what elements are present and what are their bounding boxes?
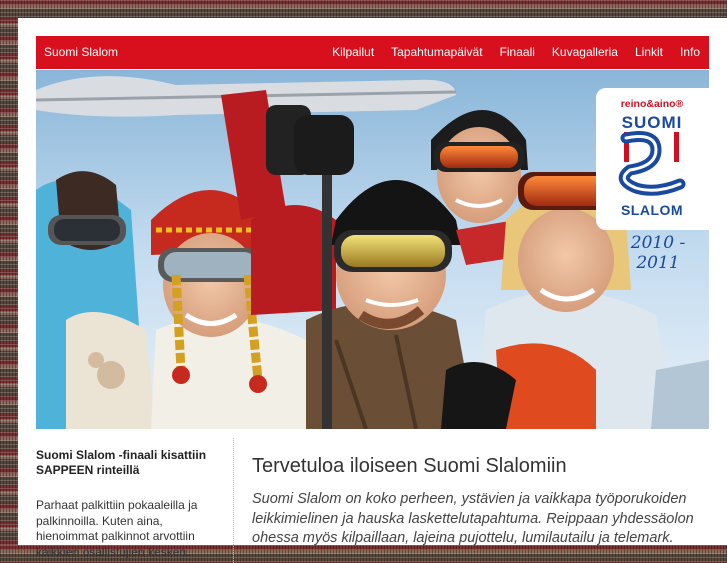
intro-paragraph: Suomi Slalom on koko perheen, ystävien j… bbox=[252, 491, 694, 546]
page-heading: Tervetuloa iloiseen Suomi Slalomiin bbox=[252, 455, 567, 477]
nav-item-info[interactable]: Info bbox=[671, 36, 709, 69]
news-title: Suomi Slalom -finaali kisattiin SAPPEEN … bbox=[36, 448, 207, 477]
news-text: Parhaat palkittiin pokaaleilla ja palkin… bbox=[36, 498, 198, 559]
site-title-link[interactable]: Suomi Slalom bbox=[44, 45, 118, 59]
hero-photo: reino&aino® SUOMI SLALOM 2010 - 2011 bbox=[36, 70, 709, 429]
page-container: Suomi Slalom Kilpailut Tapahtumapäivät F… bbox=[18, 18, 727, 563]
top-navigation: Suomi Slalom Kilpailut Tapahtumapäivät F… bbox=[36, 36, 709, 69]
nav-item-finaali[interactable]: Finaali bbox=[491, 36, 543, 69]
nav-item-linkit[interactable]: Linkit bbox=[626, 36, 671, 69]
main-menu: Kilpailut Tapahtumapäivät Finaali Kuvaga… bbox=[324, 36, 709, 69]
nav-item-kilpailut[interactable]: Kilpailut bbox=[324, 36, 383, 69]
sidebar-news: Suomi Slalom -finaali kisattiin SAPPEEN … bbox=[36, 448, 216, 560]
main-content: Tervetuloa iloiseen Suomi Slalomiin Suom… bbox=[252, 454, 712, 549]
logo-season: 2010 - 2011 bbox=[630, 233, 686, 273]
logo-slalom-text: SLALOM bbox=[621, 202, 683, 218]
logo-suomi-text: SUOMI bbox=[622, 113, 683, 132]
column-divider bbox=[233, 438, 234, 563]
nav-item-kuvagalleria[interactable]: Kuvagalleria bbox=[543, 36, 626, 69]
logo-graphic: reino&aino® SUOMI SLALOM bbox=[596, 88, 709, 230]
logo-brand-text: reino&aino® bbox=[621, 98, 684, 110]
nav-item-tapahtumapaivat[interactable]: Tapahtumapäivät bbox=[383, 36, 491, 69]
suomi-slalom-logo: reino&aino® SUOMI SLALOM bbox=[596, 88, 709, 230]
